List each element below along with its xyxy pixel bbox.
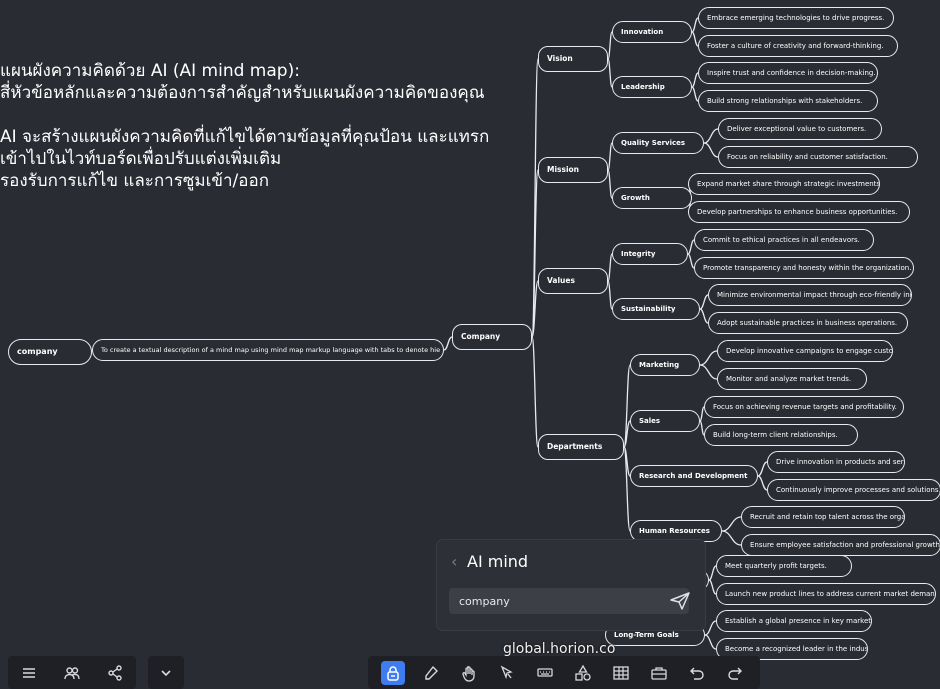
leaf-node[interactable]: Launch new product lines to address curr… — [716, 583, 936, 605]
connector-line — [699, 294, 709, 310]
section-node[interactable]: Vision — [538, 46, 608, 72]
connector-line — [757, 461, 768, 477]
connector-line — [607, 142, 613, 171]
left-toolbar — [8, 656, 136, 689]
branch-node[interactable]: Quality Services — [612, 132, 704, 154]
ai-panel-title: AI mind — [467, 552, 529, 571]
watermark: global.horion.co — [503, 641, 616, 657]
branch-node[interactable]: Human Resources — [630, 520, 722, 542]
leaf-node[interactable]: Monitor and analyze market trends. — [717, 368, 867, 390]
connector-line — [699, 364, 718, 380]
connector-line — [703, 128, 719, 144]
leaf-node[interactable]: Embrace emerging technologies to drive p… — [698, 7, 894, 29]
section-node[interactable]: Values — [538, 268, 608, 294]
eraser-icon[interactable] — [419, 661, 443, 685]
leaf-node[interactable]: Inspire trust and confidence in decision… — [698, 62, 878, 84]
connector-line — [721, 516, 742, 532]
leaf-node[interactable]: Build strong relationships with stakehol… — [698, 90, 878, 112]
leaf-node[interactable]: Promote transparency and honesty within … — [694, 257, 914, 279]
connector-line — [691, 17, 699, 33]
connector-line — [607, 253, 613, 282]
connector-line — [443, 336, 453, 351]
shapes-icon[interactable] — [571, 661, 595, 685]
description-node[interactable]: To create a textual description of a min… — [92, 339, 444, 361]
ai-prompt-input[interactable] — [449, 588, 689, 614]
connector-line — [699, 308, 709, 324]
send-icon[interactable] — [669, 591, 691, 611]
select-icon[interactable] — [495, 661, 519, 685]
leaf-node[interactable]: Drive innovation in products and service… — [767, 451, 905, 473]
root-node[interactable]: company — [8, 339, 92, 365]
undo-icon[interactable] — [685, 661, 709, 685]
tools-toolbar — [368, 656, 760, 689]
leaf-node[interactable]: Build long-term client relationships. — [704, 424, 858, 446]
branch-node[interactable]: Leadership — [612, 76, 692, 98]
leaf-node[interactable]: Minimize environmental impact through ec… — [708, 284, 912, 306]
leaf-node[interactable]: Develop partnerships to enhance business… — [688, 201, 910, 223]
leaf-node[interactable]: Focus on reliability and customer satisf… — [718, 146, 918, 168]
leaf-node[interactable]: Establish a global presence in key marke… — [716, 610, 872, 632]
connector-line — [703, 142, 719, 158]
table-icon[interactable] — [609, 661, 633, 685]
connector-line — [699, 350, 718, 366]
branch-node[interactable]: Integrity — [612, 243, 688, 265]
leaf-node[interactable]: Develop innovative campaigns to engage c… — [717, 340, 893, 362]
leaf-node[interactable]: Adopt sustainable practices in business … — [708, 312, 908, 334]
chevron-down-icon[interactable] — [154, 661, 178, 685]
ai-mind-panel: ‹ AI mind — [437, 540, 705, 630]
briefcase-icon[interactable] — [647, 661, 671, 685]
redo-icon[interactable] — [723, 661, 747, 685]
section-node[interactable]: Departments — [538, 434, 624, 460]
connector-line — [607, 31, 613, 60]
connector-line — [757, 475, 768, 491]
lock-icon[interactable] — [381, 660, 405, 685]
branch-node[interactable]: Sales — [630, 410, 700, 432]
leaf-node[interactable]: Recruit and retain top talent across the… — [741, 506, 905, 528]
connector-line — [531, 336, 539, 448]
leaf-node[interactable]: Deliver exceptional value to customers. — [718, 118, 882, 140]
connector-line — [704, 620, 717, 636]
connector-line — [607, 58, 613, 88]
branch-node[interactable]: Growth — [612, 187, 692, 209]
leaf-node[interactable]: Foster a culture of creativity and forwa… — [698, 35, 898, 57]
connector-line — [531, 58, 539, 338]
connector-line — [691, 72, 699, 88]
company-node[interactable]: Company — [452, 324, 532, 350]
branch-node[interactable]: Innovation — [612, 21, 692, 43]
branch-node[interactable]: Marketing — [630, 354, 700, 376]
collapse-toolbar — [148, 656, 184, 689]
connector-line — [708, 579, 717, 595]
leaf-node[interactable]: Commit to ethical practices in all endea… — [694, 229, 874, 251]
hand-pointer-icon[interactable] — [457, 661, 481, 685]
branch-node[interactable]: Sustainability — [612, 298, 700, 320]
leaf-node[interactable]: Meet quarterly profit targets. — [716, 555, 852, 577]
connector-line — [721, 530, 742, 546]
menu-icon[interactable] — [17, 661, 41, 685]
leaf-node[interactable]: Continuously improve processes and solut… — [767, 479, 940, 501]
connector-line — [687, 239, 695, 255]
back-icon[interactable]: ‹ — [451, 552, 457, 571]
connector-line — [708, 565, 717, 581]
leaf-node[interactable]: Focus on achieving revenue targets and p… — [704, 396, 904, 418]
leaf-node[interactable]: Ensure employee satisfaction and profess… — [741, 534, 940, 556]
branch-node[interactable]: Research and Development — [630, 465, 758, 487]
keyboard-icon[interactable] — [533, 661, 557, 685]
connector-line — [607, 169, 613, 199]
leaf-node[interactable]: Expand market share through strategic in… — [688, 173, 880, 195]
share-icon[interactable] — [103, 661, 127, 685]
connector-line — [704, 634, 717, 650]
section-node[interactable]: Mission — [538, 157, 608, 183]
users-icon[interactable] — [60, 661, 84, 685]
connector-line — [607, 280, 613, 310]
